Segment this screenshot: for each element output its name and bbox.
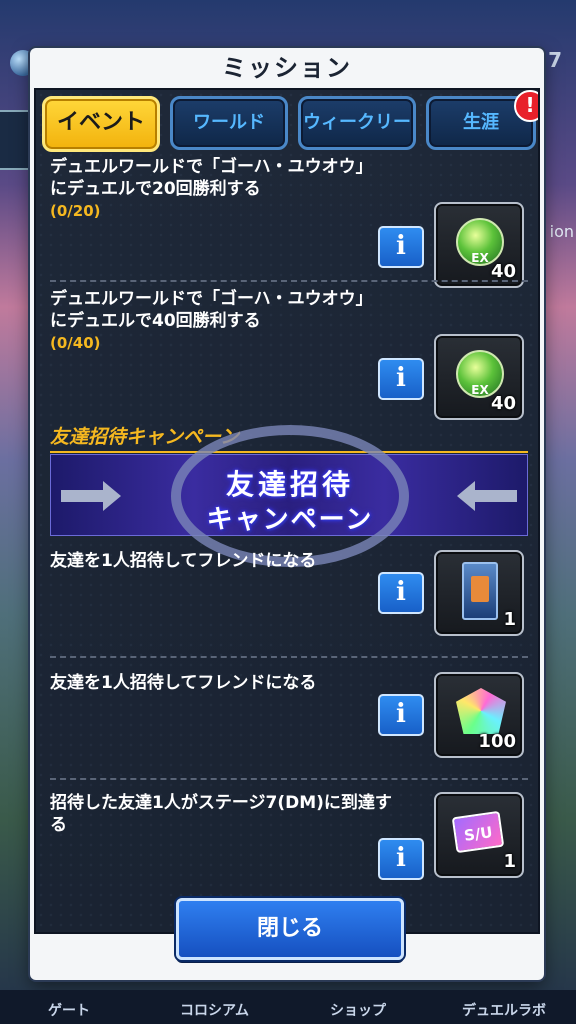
close-button[interactable]: 閉じる [176, 898, 404, 960]
mission-text: 友達を1人招待してフレンドになる [50, 672, 430, 694]
reward-box: 100 [434, 672, 524, 758]
background-counter: 7 [548, 48, 562, 72]
nav-item-colosseum[interactable]: コロシアム [180, 1000, 249, 1020]
info-button[interactable]: i [378, 358, 424, 400]
mission-text: デュエルワールドで「ゴーハ・ユウオウ」 にデュエルで40回勝利する [50, 288, 430, 332]
tab-bar: イベント ワールド ウィークリー 生涯 ! [42, 90, 538, 152]
reward-box: S/U 1 [434, 792, 524, 878]
info-button[interactable]: i [378, 226, 424, 268]
mission-text: デュエルワールドで「ゴーハ・ユウオウ」 にデュエルで20回勝利する [50, 156, 430, 200]
reward-count: 100 [478, 731, 516, 752]
ex-orb-icon: EX [456, 218, 504, 266]
reward-count: 40 [490, 261, 516, 282]
nav-item-gate[interactable]: ゲート [48, 1000, 90, 1020]
reward-count: 1 [503, 609, 516, 630]
mission-text-line: デュエルワールドで「ゴーハ・ユウオウ」 [50, 289, 373, 309]
mission-text: 招待した友達1人がステージ7(DM)に到達す る [50, 792, 430, 836]
mission-text: 友達を1人招待してフレンドになる [50, 550, 430, 572]
background-text: ion [549, 222, 574, 241]
reward-box: EX 40 [434, 334, 524, 420]
tab-world[interactable]: ワールド [170, 96, 288, 150]
mission-progress: (0/40) [50, 334, 101, 352]
mission-progress: (0/20) [50, 202, 101, 220]
mission-panel[interactable]: イベント ワールド ウィークリー 生涯 ! デュエルワールドで「ゴーハ・ユウオウ… [34, 88, 540, 934]
mission-text-line: 友達を1人招待してフレンドになる [50, 551, 317, 571]
mission-text-line: にデュエルで20回勝利する [50, 179, 261, 199]
campaign-banner[interactable]: 友達招待 キャンペーン [50, 425, 528, 567]
info-button[interactable]: i [378, 694, 424, 736]
dialog-title: ミッション [222, 54, 352, 82]
reward-count: 40 [490, 393, 516, 414]
mission-text-line: にデュエルで40回勝利する [50, 311, 261, 331]
mission-text-line: 招待した友達1人がステージ7(DM)に到達す [50, 793, 392, 813]
info-button[interactable]: i [378, 838, 424, 880]
banner-title: 友達招待 [225, 468, 354, 501]
mission-text-line: 友達を1人招待してフレンドになる [50, 673, 317, 693]
background-side-widget [0, 110, 34, 170]
ex-orb-icon: EX [456, 350, 504, 398]
info-button[interactable]: i [378, 572, 424, 614]
nav-item-shop[interactable]: ショップ [330, 1000, 386, 1020]
nav-item-duel-lab[interactable]: デュエルラボ [462, 1000, 546, 1020]
divider [50, 778, 528, 780]
su-ticket-icon: S/U [451, 810, 505, 854]
bottom-nav: ゲート コロシアム ショップ デュエルラボ [0, 990, 576, 1024]
mission-text-line: デュエルワールドで「ゴーハ・ユウオウ」 [50, 157, 373, 177]
reward-box: 1 [434, 550, 524, 636]
card-pack-icon [462, 562, 498, 620]
tab-weekly[interactable]: ウィークリー [298, 96, 416, 150]
mission-dialog: ミッション イベント ワールド ウィークリー 生涯 ! デュエルワールドで「ゴー… [30, 48, 544, 980]
tab-event[interactable]: イベント [42, 96, 160, 152]
divider [50, 280, 528, 282]
mission-text-line: る [50, 815, 67, 835]
reward-box: EX 40 [434, 202, 524, 288]
divider [50, 656, 528, 658]
alert-badge-icon: ! [514, 90, 538, 122]
banner-subtitle: キャンペーン [206, 505, 374, 535]
gem-icon [456, 688, 506, 734]
reward-count: 1 [503, 851, 516, 872]
